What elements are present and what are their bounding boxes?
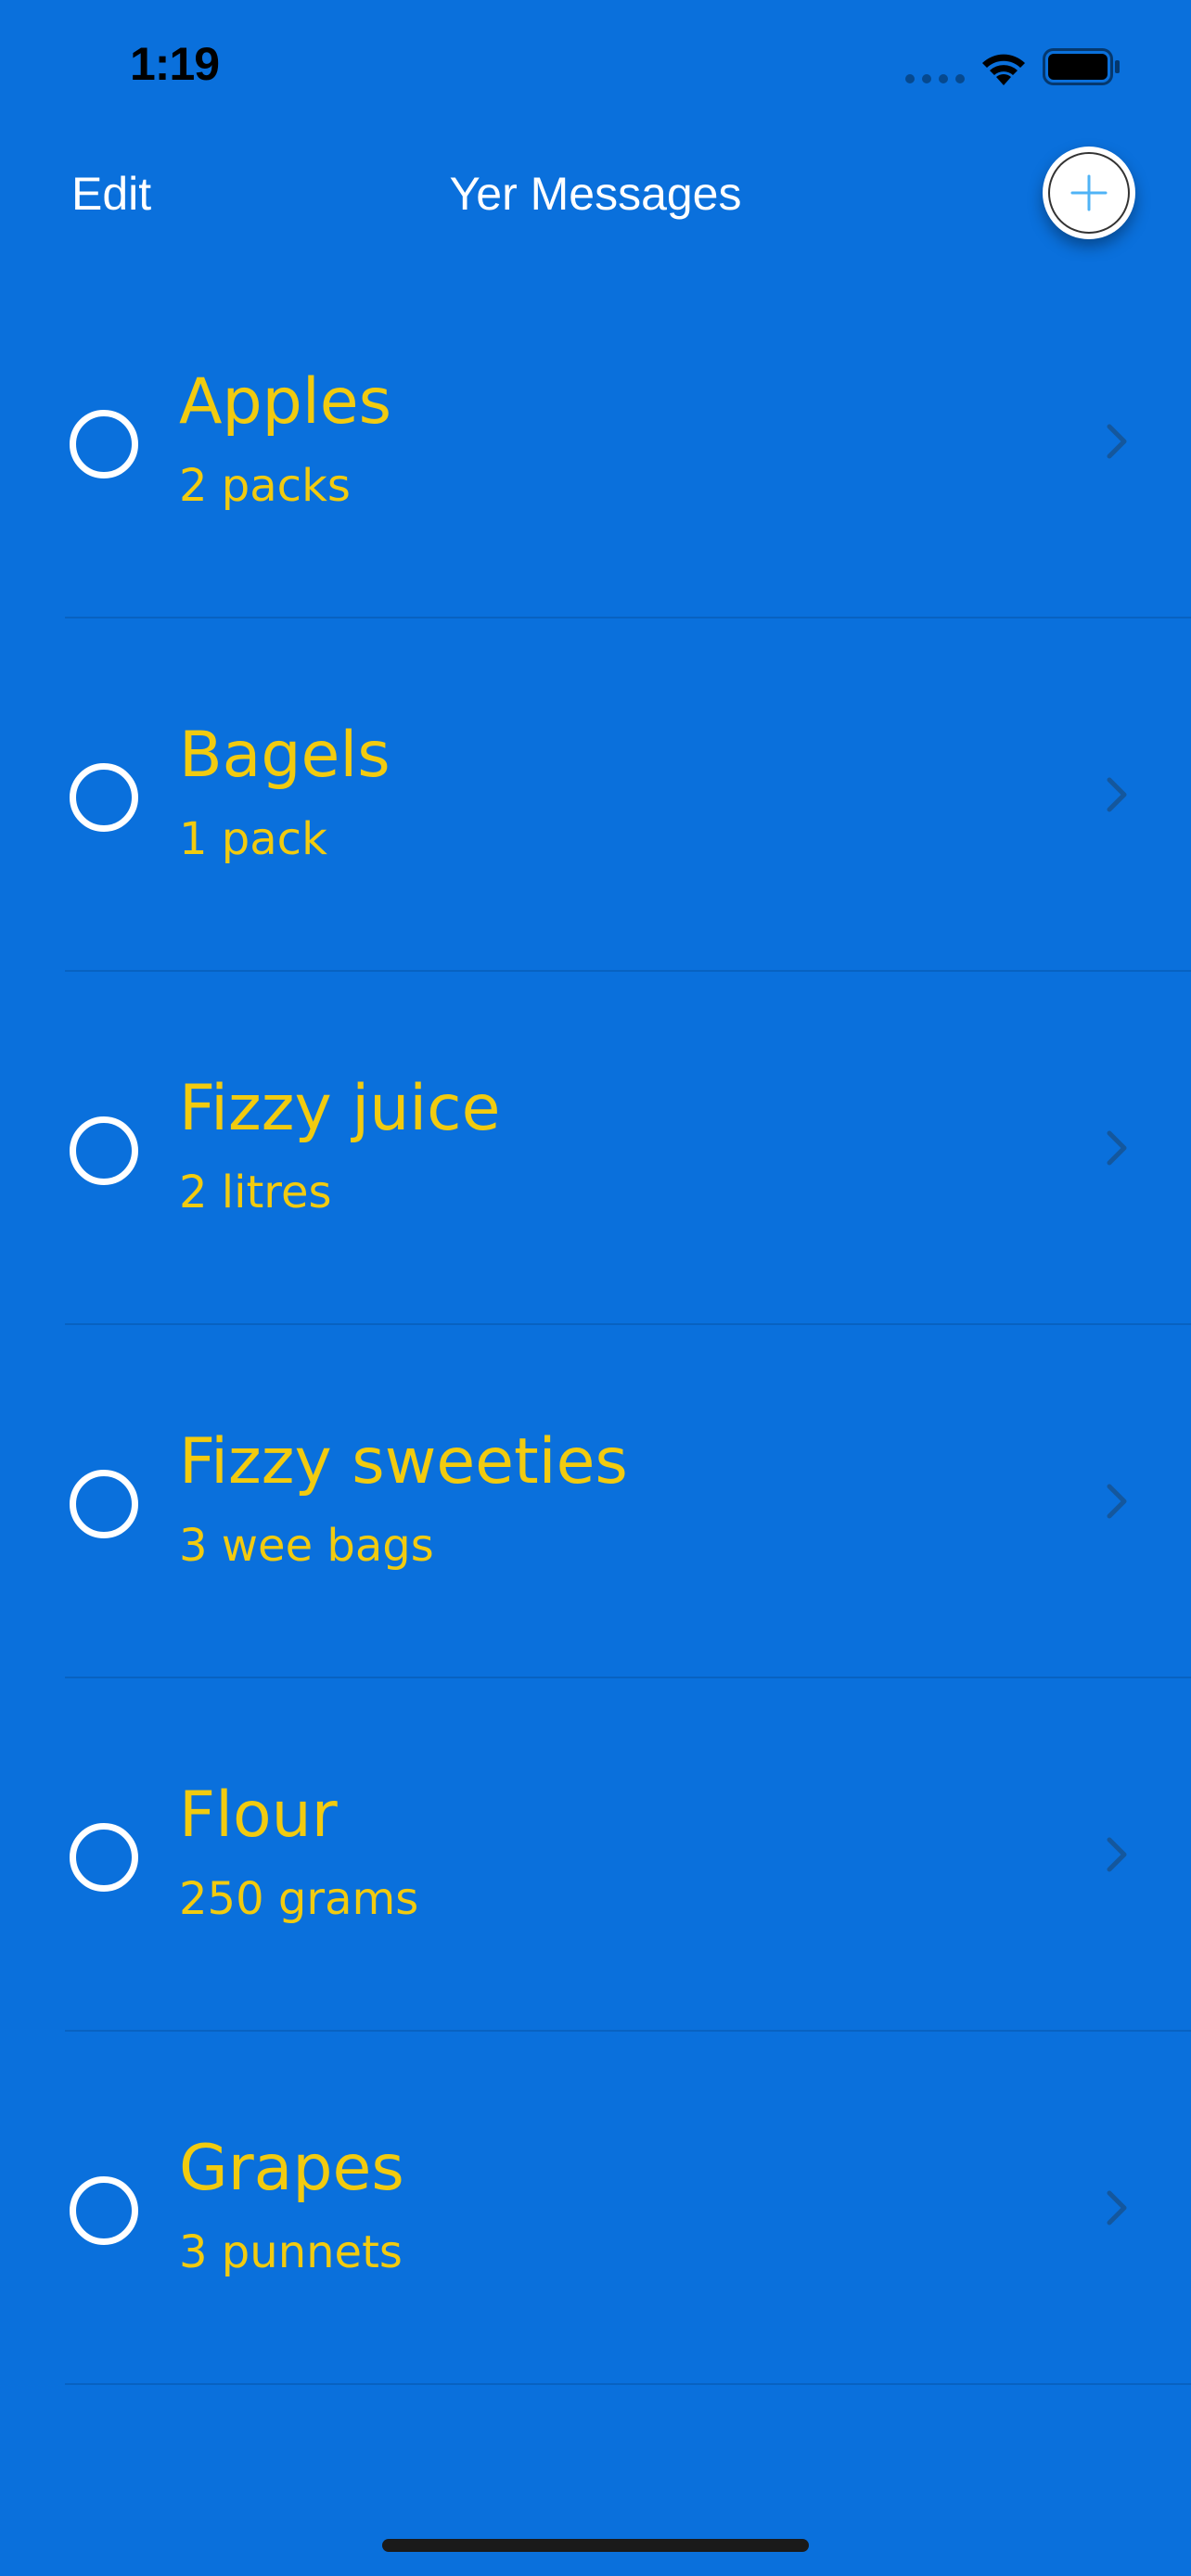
item-quantity: 250 grams <box>179 1873 419 1925</box>
status-time: 1:19 <box>130 38 220 90</box>
home-indicator[interactable] <box>382 2539 809 2552</box>
list-item[interactable]: Flour 250 grams <box>0 1678 1191 2032</box>
list-item[interactable]: Grapes 3 punnets <box>0 2032 1191 2385</box>
checkbox-circle[interactable] <box>70 1116 138 1185</box>
item-quantity: 3 wee bags <box>179 1520 434 1572</box>
shopping-list: Apples 2 packs Bagels 1 pack Fizzy juice… <box>0 265 1191 2385</box>
list-item[interactable]: Fizzy sweeties 3 wee bags <box>0 1325 1191 1678</box>
list-item[interactable]: Bagels 1 pack <box>0 618 1191 972</box>
checkbox-circle[interactable] <box>70 763 138 832</box>
wifi-icon <box>982 54 1025 85</box>
battery-icon <box>1043 48 1120 85</box>
checkbox-circle[interactable] <box>70 410 138 478</box>
item-quantity: 3 punnets <box>179 2226 403 2278</box>
plus-icon <box>1070 174 1108 211</box>
cellular-signal-icon <box>905 74 965 83</box>
checkbox-circle[interactable] <box>70 2176 138 2245</box>
list-item[interactable]: Fizzy juice 2 litres <box>0 972 1191 1325</box>
checkbox-circle[interactable] <box>70 1470 138 1538</box>
navigation-bar: Edit Yer Messages <box>0 130 1191 260</box>
chevron-right-icon <box>1107 2190 1127 2225</box>
item-title: Apples <box>179 365 392 439</box>
chevron-right-icon <box>1107 1837 1127 1872</box>
edit-button[interactable]: Edit <box>71 167 151 221</box>
checkbox-circle[interactable] <box>70 1823 138 1892</box>
status-bar: 1:19 <box>0 0 1191 130</box>
item-title: Fizzy juice <box>179 1072 501 1145</box>
item-quantity: 2 litres <box>179 1167 332 1218</box>
item-quantity: 1 pack <box>179 813 327 865</box>
chevron-right-icon <box>1107 1484 1127 1519</box>
item-title: Flour <box>179 1779 338 1852</box>
item-title: Bagels <box>179 719 391 792</box>
chevron-right-icon <box>1107 424 1127 459</box>
chevron-right-icon <box>1107 1130 1127 1166</box>
item-quantity: 2 packs <box>179 460 351 512</box>
item-title: Grapes <box>179 2132 404 2205</box>
item-title: Fizzy sweeties <box>179 1425 628 1498</box>
add-item-button[interactable] <box>1043 147 1135 239</box>
list-item[interactable]: Apples 2 packs <box>0 265 1191 618</box>
chevron-right-icon <box>1107 777 1127 812</box>
page-title: Yer Messages <box>449 168 742 220</box>
